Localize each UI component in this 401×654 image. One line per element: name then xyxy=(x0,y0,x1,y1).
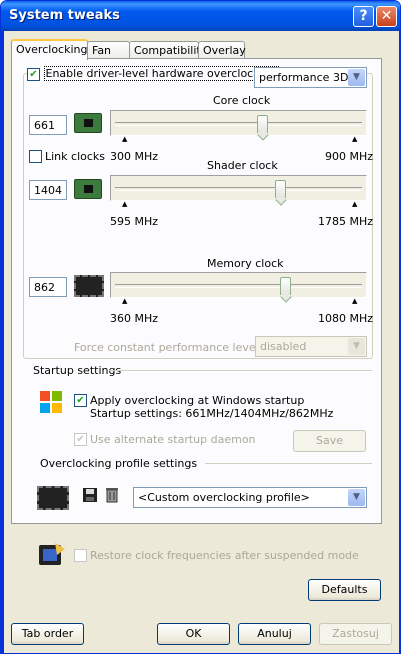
chevron-down-icon[interactable]: ▼ xyxy=(348,69,365,86)
save-profile-icon[interactable] xyxy=(82,487,98,503)
save-button: Save xyxy=(293,430,366,452)
system-tweaks-window: System tweaks ? ✕ Overclocking Fan Compa… xyxy=(0,0,401,654)
enable-overclocking-row[interactable]: ✔ Enable driver-level hardware overclock… xyxy=(27,66,282,81)
tab-fan[interactable]: Fan xyxy=(87,41,130,59)
apply-at-startup-label: Apply overclocking at Windows startup xyxy=(90,394,305,407)
title-bar[interactable]: System tweaks ? ✕ xyxy=(1,1,400,31)
shader-clock-title: Shader clock xyxy=(207,159,278,172)
apply-at-startup-checkbox[interactable]: ✔ xyxy=(74,394,87,407)
memory-clock-max: 1080 MHz xyxy=(318,312,374,325)
close-button[interactable]: ✕ xyxy=(376,6,397,27)
enable-overclocking-label: Enable driver-level hardware overclockin… xyxy=(43,66,279,81)
shader-clock-min: 595 MHz xyxy=(110,215,159,228)
apply-button: Zastosuj xyxy=(319,623,392,645)
force-performance-select: disabled ▼ xyxy=(255,336,367,357)
memory-tick-max: ▲ xyxy=(352,297,358,305)
core-clock-value[interactable]: 661 xyxy=(29,115,67,135)
tab-compatibility[interactable]: Compatibility xyxy=(129,41,207,59)
memory-clock-min: 360 MHz xyxy=(110,312,159,325)
profile-separator xyxy=(205,463,372,464)
shader-clock-max: 1785 MHz xyxy=(318,215,374,228)
shader-clock-thumb[interactable] xyxy=(275,180,286,198)
tab-order-button[interactable]: Tab order xyxy=(11,623,84,645)
shader-tick-min: ▲ xyxy=(122,200,128,208)
tab-overclocking[interactable]: Overclocking xyxy=(11,39,88,60)
window-title: System tweaks xyxy=(9,8,120,23)
shader-clock-slider[interactable] xyxy=(110,175,367,201)
link-clocks-label: Link clocks xyxy=(45,150,106,163)
chevron-down-icon[interactable]: ▼ xyxy=(348,489,365,506)
alternate-daemon-checkbox: ✔ xyxy=(74,433,87,446)
shader-tick-max: ▲ xyxy=(352,200,358,208)
defaults-button[interactable]: Defaults xyxy=(308,579,381,601)
alternate-daemon-label: Use alternate startup daemon xyxy=(90,433,256,446)
ok-button[interactable]: OK xyxy=(157,623,230,645)
core-clock-thumb[interactable] xyxy=(257,115,268,133)
cancel-button[interactable]: Anuluj xyxy=(238,623,311,645)
help-button[interactable]: ? xyxy=(353,6,374,27)
link-clocks-checkbox[interactable] xyxy=(29,150,42,163)
memory-clock-groove xyxy=(115,284,362,288)
profile-select-value: <Custom overclocking profile> xyxy=(138,491,310,504)
core-clock-title: Core clock xyxy=(213,94,271,107)
memory-chip-icon xyxy=(74,275,104,297)
delete-profile-icon[interactable] xyxy=(104,487,120,503)
force-performance-value: disabled xyxy=(260,340,307,353)
gpu-shader-icon xyxy=(74,179,102,199)
shader-clock-value[interactable]: 1404 xyxy=(29,180,67,200)
core-clock-groove xyxy=(115,122,362,126)
memory-clock-title: Memory clock xyxy=(207,257,284,270)
startup-settings-text: Startup settings: 661MHz/1404MHz/862MHz xyxy=(90,407,334,420)
core-clock-min: 300 MHz xyxy=(110,150,159,163)
profile-settings-heading: Overclocking profile settings xyxy=(40,457,198,470)
restore-clocks-label: Restore clock frequencies after suspende… xyxy=(90,549,359,562)
restore-clocks-checkbox xyxy=(74,549,87,562)
window-frame-left xyxy=(1,31,4,653)
profile-chip-icon xyxy=(37,486,69,510)
force-performance-label: Force constant performance level xyxy=(74,341,259,354)
memory-clock-value[interactable]: 862 xyxy=(29,277,67,297)
profile-select[interactable]: <Custom overclocking profile> ▼ xyxy=(133,487,367,508)
gpu-core-icon xyxy=(74,113,102,133)
memory-clock-slider[interactable] xyxy=(110,272,367,298)
performance-mode-value: performance 3D xyxy=(259,71,349,84)
startup-settings-heading: Startup settings xyxy=(33,364,122,377)
memory-clock-thumb[interactable] xyxy=(280,277,291,295)
memory-tick-min: ▲ xyxy=(122,297,128,305)
overclocking-panel: ✔ Enable driver-level hardware overclock… xyxy=(11,58,382,524)
shader-clock-groove xyxy=(115,187,362,191)
core-clock-max: 900 MHz xyxy=(325,150,374,163)
chevron-down-icon: ▼ xyxy=(348,338,365,355)
restore-clock-icon xyxy=(39,543,65,565)
core-tick-min: ▲ xyxy=(122,135,128,143)
core-tick-max: ▲ xyxy=(352,135,358,143)
tab-overlay[interactable]: Overlay xyxy=(198,41,246,59)
core-clock-slider[interactable] xyxy=(110,110,367,136)
performance-mode-select[interactable]: performance 3D ▼ xyxy=(254,67,367,88)
startup-separator xyxy=(109,370,372,371)
enable-overclocking-checkbox[interactable]: ✔ xyxy=(27,67,40,81)
windows-startup-icon xyxy=(40,391,62,413)
